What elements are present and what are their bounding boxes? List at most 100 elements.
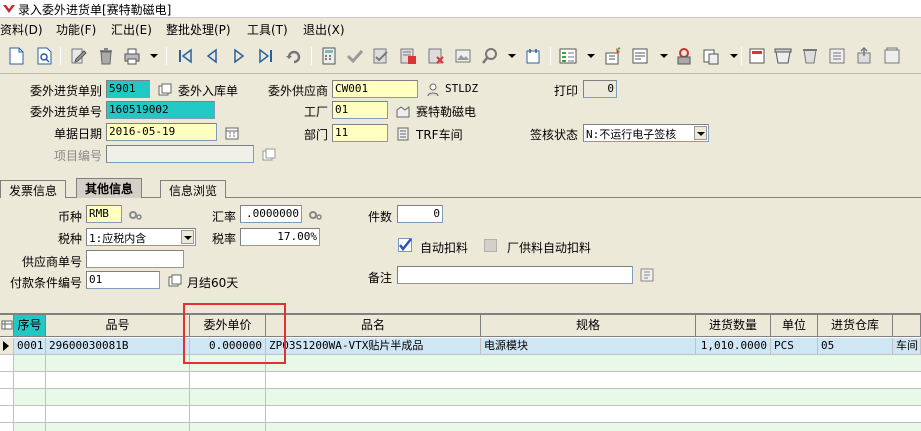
archive-icon[interactable] (772, 45, 794, 67)
menu-export[interactable]: 汇出(E) (111, 21, 152, 38)
cell-item-no[interactable]: 29600030081B (46, 338, 190, 355)
doc-date-field[interactable]: 2016-05-19 (106, 123, 217, 141)
table-row-empty[interactable] (14, 372, 921, 389)
prev-record-icon[interactable] (201, 45, 223, 67)
order-type-field[interactable]: 5901 (106, 80, 150, 98)
first-record-icon[interactable] (174, 45, 196, 67)
archive-icon[interactable] (799, 45, 821, 67)
cancel-audit-icon[interactable] (425, 45, 447, 67)
exchange-rate-label: 汇率 (211, 210, 236, 224)
list-icon[interactable] (629, 45, 651, 67)
calendar-icon[interactable] (224, 125, 240, 141)
factory-label: 工厂 (303, 105, 328, 119)
lookup-icon[interactable] (157, 82, 173, 98)
col-seq-header[interactable]: 序号 (14, 315, 46, 337)
chevron-down-icon[interactable] (694, 126, 707, 140)
col-extra-header[interactable] (893, 315, 921, 337)
tab-invoice-info[interactable]: 发票信息 (0, 180, 67, 198)
copy-doc-icon[interactable] (700, 45, 722, 67)
menu-tools[interactable]: 工具(T) (247, 21, 288, 38)
col-item-no-header[interactable]: 品号 (46, 315, 190, 337)
auto-deduct-checkbox[interactable] (398, 238, 412, 252)
payment-terms-desc: 月结60天 (187, 276, 239, 290)
note-icon[interactable] (639, 267, 655, 283)
dept-icon[interactable] (395, 126, 411, 142)
vendor-auto-deduct-checkbox[interactable] (484, 239, 497, 252)
gear-icon[interactable] (307, 207, 323, 223)
tab-other-info[interactable]: 其他信息 (76, 178, 143, 198)
col-unit-header[interactable]: 单位 (771, 315, 818, 337)
cancel-audit-icon[interactable] (397, 45, 419, 67)
printer-setup-icon[interactable] (673, 45, 695, 67)
menu-data[interactable]: 资料(D) (0, 21, 43, 38)
col-warehouse-header[interactable]: 进货仓库 (818, 315, 893, 337)
new-doc-icon[interactable] (5, 45, 27, 67)
supplier-label: 委外供应商 (267, 84, 328, 98)
dept-label: 部门 (303, 128, 328, 142)
find-icon[interactable] (479, 45, 501, 67)
grid-corner[interactable] (0, 315, 14, 337)
menu-exit[interactable]: 退出(X) (303, 21, 345, 38)
cell-spec[interactable]: 电源模块 (481, 338, 696, 355)
next-record-icon[interactable] (228, 45, 250, 67)
cell-qty[interactable]: 1,010.0000 (696, 338, 771, 355)
sign-status-select[interactable]: N:不运行电子签核 (583, 124, 709, 142)
remark-field[interactable] (397, 266, 633, 284)
tax-type-select[interactable]: 1:应税内含 (86, 228, 196, 246)
project-no-label: 项目编号 (53, 149, 102, 163)
highlight-annotation (183, 303, 286, 364)
edit-icon[interactable] (67, 45, 89, 67)
user-lookup-icon[interactable] (425, 82, 441, 98)
menu-function[interactable]: 功能(F) (56, 21, 96, 38)
delete-icon[interactable] (95, 45, 117, 67)
tax-rate-field[interactable]: 17.00% (240, 228, 320, 246)
refresh-icon[interactable] (283, 45, 305, 67)
table-row-empty[interactable] (14, 355, 921, 372)
col-qty-header[interactable]: 进货数量 (696, 315, 771, 337)
settings-icon[interactable] (602, 45, 624, 67)
calculator-icon[interactable] (318, 45, 340, 67)
approve-check-icon[interactable] (344, 45, 366, 67)
print-icon[interactable] (121, 45, 143, 67)
current-row-arrow-icon (3, 341, 9, 351)
search-doc-icon[interactable] (33, 45, 55, 67)
exchange-rate-field[interactable]: .0000000 (240, 205, 302, 223)
table-row-empty[interactable] (14, 423, 921, 431)
cell-extra[interactable]: 车间 (893, 338, 921, 355)
pieces-field[interactable]: 0 (397, 205, 443, 223)
audit-icon[interactable] (370, 45, 392, 67)
remark-label: 备注 (367, 271, 392, 285)
order-no-field[interactable]: 160519002 (106, 101, 215, 119)
delete-row-icon[interactable] (746, 45, 768, 67)
supplier-doc-field[interactable] (86, 250, 184, 268)
currency-field[interactable]: RMB (86, 205, 122, 223)
vendor-auto-deduct-label: 厂供料自动扣料 (507, 241, 592, 255)
factory-icon[interactable] (395, 103, 411, 119)
table-row-empty[interactable] (14, 406, 921, 423)
col-item-name-header[interactable]: 品名 (266, 315, 481, 337)
cell-unit[interactable]: PCS (771, 338, 818, 355)
menu-batch[interactable]: 整批处理(P) (166, 21, 231, 38)
supplier-field[interactable]: CW001 (332, 80, 418, 98)
payment-terms-field[interactable]: 01 (86, 271, 160, 289)
tab-info-browse[interactable]: 信息浏览 (160, 180, 227, 198)
tab-strip: 发票信息 其他信息 信息浏览 (0, 178, 921, 198)
last-record-icon[interactable] (255, 45, 277, 67)
col-spec-header[interactable]: 规格 (481, 315, 696, 337)
factory-field[interactable]: 01 (332, 101, 388, 119)
cell-warehouse[interactable]: 05 (818, 338, 893, 355)
dept-field[interactable]: 11 (332, 124, 388, 142)
gear-icon[interactable] (127, 207, 143, 223)
export-icon[interactable] (881, 45, 903, 67)
tax-rate-label: 税率 (211, 232, 236, 246)
cell-item-name[interactable]: ZP03S1200WA-VTX贴片半成品 (266, 338, 481, 355)
lookup-icon[interactable] (167, 273, 183, 289)
sign-status-value: N:不运行电子签核 (586, 128, 677, 141)
print-preview-icon[interactable] (826, 45, 848, 67)
export-icon[interactable] (853, 45, 875, 67)
transfer-icon[interactable] (557, 45, 579, 67)
info-icon[interactable] (522, 45, 544, 67)
image-icon[interactable] (452, 45, 474, 67)
table-row-empty[interactable] (14, 389, 921, 406)
cell-seq[interactable]: 0001 (14, 338, 46, 355)
